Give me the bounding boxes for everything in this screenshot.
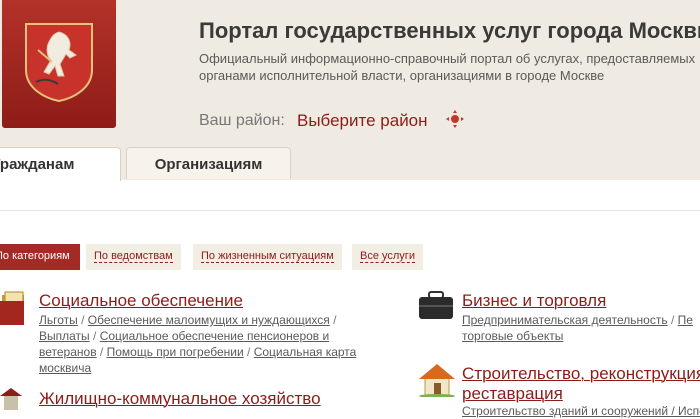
district-selector[interactable]: Выберите район (297, 111, 428, 131)
link-construction-partial[interactable]: Строительство зданий и сооружений / Испо… (462, 404, 700, 418)
category-social-links: Льготы / Обеспечение малоимущих и нуждаю… (39, 313, 357, 375)
moscow-coat-of-arms-icon[interactable] (2, 0, 116, 128)
briefcase-icon (419, 291, 453, 319)
link-funeral-aid[interactable]: Помощь при погребении (107, 345, 244, 359)
filter-all-services-label: Все услуги (360, 250, 415, 263)
filter-by-life-situation[interactable]: По жизненным ситуациям (193, 244, 342, 270)
tab-citizens[interactable]: Гражданам (0, 147, 121, 181)
filter-by-category-label: По категориям (0, 250, 70, 262)
filter-by-department-label: По ведомствам (94, 250, 173, 263)
category-construction-title[interactable]: Строительство, реконструкция, реставраци… (462, 364, 700, 404)
tab-organizations[interactable]: Организациям (126, 147, 291, 179)
filter-by-department[interactable]: По ведомствам (86, 244, 181, 270)
header: Портал государственных услуг города Моск… (0, 0, 700, 181)
filter-by-life-situation-label: По жизненным ситуациям (201, 250, 334, 263)
house-icon (419, 364, 455, 397)
district-label: Ваш район: (199, 112, 285, 129)
portal-description: Официальный информационно-справочный пор… (199, 50, 700, 84)
link-trade-objects[interactable]: торговые объекты (462, 329, 563, 343)
house-small-icon (0, 388, 22, 410)
construction-title-line-2: реставрация (462, 384, 563, 403)
link-truncated[interactable]: Пе (678, 313, 693, 327)
link-entrepreneurship[interactable]: Предпринимательская деятельность (462, 313, 668, 327)
divider (0, 210, 700, 211)
documents-folder-icon (0, 291, 24, 325)
construction-title-line-1: Строительство, реконструкция, (462, 364, 700, 383)
description-line-2: органами исполнительной власти, организа… (199, 68, 605, 83)
category-social-title[interactable]: Социальное обеспечение (39, 291, 243, 311)
category-business-title[interactable]: Бизнес и торговля (462, 291, 606, 311)
category-business-links: Предпринимательская деятельность / Пе то… (462, 313, 693, 343)
category-housing-title[interactable]: Жилищно-коммунальное хозяйство (39, 389, 321, 409)
filter-all-services[interactable]: Все услуги (352, 244, 423, 270)
category-construction-links: Строительство зданий и сооружений / Испо… (462, 403, 700, 419)
coat-of-arms-shield (25, 23, 93, 102)
link-payments[interactable]: Выплаты (39, 329, 90, 343)
location-target-icon[interactable] (446, 110, 464, 128)
link-support-poor[interactable]: Обеспечение малоимущих и нуждающихся (88, 313, 330, 327)
tab-citizens-label: Гражданам (0, 156, 75, 173)
tab-organizations-label: Организациям (154, 156, 263, 173)
filter-by-category[interactable]: По категориям (0, 244, 80, 270)
link-benefits[interactable]: Льготы (39, 313, 78, 327)
page-title: Портал государственных услуг города Моск… (199, 18, 700, 43)
description-line-1: Официальный информационно-справочный пор… (199, 51, 696, 66)
